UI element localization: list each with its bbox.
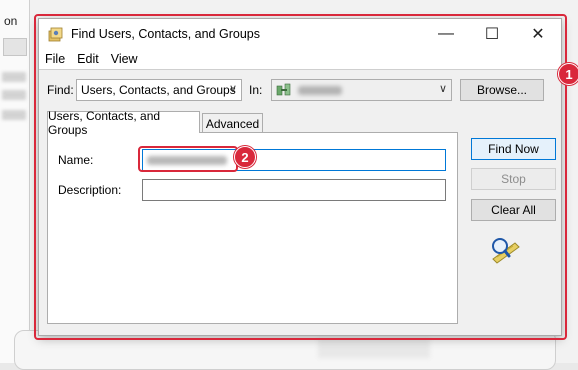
maximize-button[interactable]: ☐ — [469, 19, 515, 49]
chevron-down-icon: ∨ — [228, 83, 237, 95]
find-type-select[interactable]: Users, Contacts, and Groups ∨ — [76, 79, 242, 101]
stop-button[interactable]: Stop — [471, 168, 556, 190]
annotation-badge-1: 1 — [558, 63, 578, 85]
dialog-title: Find Users, Contacts, and Groups — [71, 27, 260, 41]
find-type-value: Users, Contacts, and Groups — [81, 83, 236, 97]
clear-all-button[interactable]: Clear All — [471, 199, 556, 221]
name-label: Name: — [58, 153, 94, 167]
background-list-item — [2, 110, 26, 120]
close-button[interactable]: ✕ — [515, 19, 561, 49]
menu-separator — [39, 69, 561, 70]
background-bottom-panel — [14, 330, 556, 370]
in-location-value-redacted — [298, 85, 342, 95]
background-blurred-item — [318, 338, 430, 358]
menu-edit[interactable]: Edit — [77, 52, 99, 66]
browse-button[interactable]: Browse... — [460, 79, 544, 101]
magnifier-search-icon — [492, 238, 520, 264]
annotation-badge-2: 2 — [234, 146, 256, 168]
background-list-item — [2, 90, 26, 100]
menu-file[interactable]: File — [45, 52, 65, 66]
chevron-down-icon: ∨ — [438, 83, 447, 95]
find-label: Find: — [47, 83, 74, 97]
tab-advanced[interactable]: Advanced — [202, 113, 263, 133]
description-field[interactable] — [142, 179, 446, 201]
find-row: Find: Users, Contacts, and Groups ∨ In: … — [39, 79, 561, 103]
menu-bar: File Edit View — [39, 49, 561, 69]
description-label: Description: — [58, 183, 122, 197]
tab-users-contacts-groups[interactable]: Users, Contacts, and Groups — [47, 109, 200, 137]
find-dialog: Find Users, Contacts, and Groups — ☐ ✕ F… — [38, 18, 562, 336]
name-field[interactable] — [142, 149, 446, 171]
find-users-icon — [48, 27, 63, 42]
name-value-redacted — [147, 155, 227, 165]
background-list-item — [2, 72, 26, 82]
minimize-button[interactable]: — — [423, 19, 469, 49]
title-bar: Find Users, Contacts, and Groups — ☐ ✕ — [39, 19, 561, 49]
background-left-pane: on — [0, 0, 30, 363]
domain-icon — [276, 83, 291, 96]
in-location-select[interactable]: ∨ — [271, 79, 452, 101]
menu-view[interactable]: View — [111, 52, 138, 66]
background-toolbar-icon — [3, 38, 27, 56]
find-now-button[interactable]: Find Now — [471, 138, 556, 160]
background-left-text: on — [4, 14, 18, 28]
in-label: In: — [249, 83, 263, 97]
